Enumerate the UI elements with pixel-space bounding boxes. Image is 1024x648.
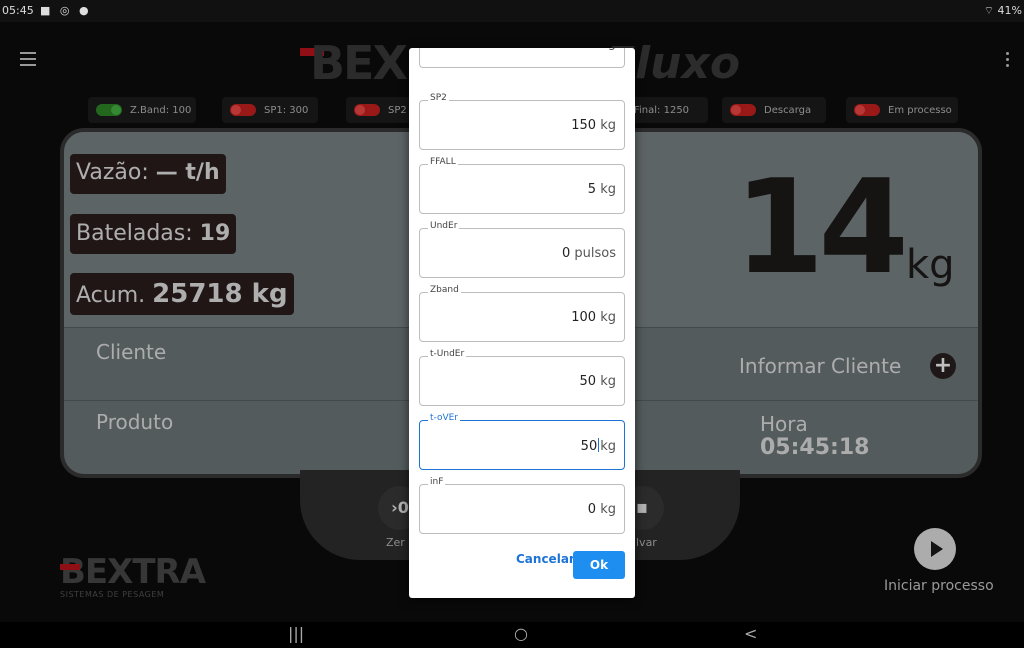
field-label: t-oVEr <box>428 413 460 423</box>
field-t-over[interactable]: t-oVEr 50 kg <box>419 413 625 470</box>
field-label: UndEr <box>428 221 460 231</box>
field-ffall[interactable]: FFALL 5 kg <box>419 157 625 214</box>
status-time: 05:45 <box>2 4 34 17</box>
field-label: SP2 <box>428 93 449 103</box>
field-label: t-UndEr <box>428 349 467 359</box>
setpoint-dialog: 000 kg SP2 150 kg FFALL 5 kg UndEr 0 pul… <box>409 48 635 598</box>
back-button[interactable]: < <box>744 624 757 643</box>
cancel-button[interactable]: Cancelar <box>516 552 575 566</box>
field-value: 150 kg <box>571 118 616 133</box>
field-value: 0 kg <box>587 502 616 517</box>
screen: 05:45 ■ ◎ ● ⌔ 41% BEX Fluxo Z.Band: 100 … <box>0 0 1024 648</box>
system-navbar: ||| ○ < <box>0 622 1024 648</box>
field-t-under[interactable]: t-UndEr 50 kg <box>419 349 625 406</box>
notification-icons: ■ ◎ ● <box>40 4 92 17</box>
field-zband[interactable]: Zband 100 kg <box>419 285 625 342</box>
battery-indicator: ⌔ 41% <box>983 4 1022 17</box>
field-inf[interactable]: inF 0 kg <box>419 477 625 534</box>
field-under[interactable]: UndEr 0 pulsos <box>419 221 625 278</box>
field-value: 50 kg <box>580 438 616 454</box>
field-value: 5 kg <box>587 182 616 197</box>
field-partial[interactable]: 000 kg <box>419 48 625 68</box>
field-value: 100 kg <box>571 310 616 325</box>
recents-button[interactable]: ||| <box>288 624 304 643</box>
home-button[interactable]: ○ <box>514 624 528 643</box>
field-value: 000 kg <box>571 48 616 51</box>
field-label: FFALL <box>428 157 458 167</box>
ok-button[interactable]: Ok <box>573 551 625 579</box>
field-value: 0 pulsos <box>561 246 616 261</box>
field-sp2[interactable]: SP2 150 kg <box>419 93 625 150</box>
field-label: inF <box>428 477 446 487</box>
status-bar: 05:45 ■ ◎ ● ⌔ 41% <box>0 0 1024 22</box>
field-label: Zband <box>428 285 461 295</box>
field-value: 50 kg <box>579 374 616 389</box>
